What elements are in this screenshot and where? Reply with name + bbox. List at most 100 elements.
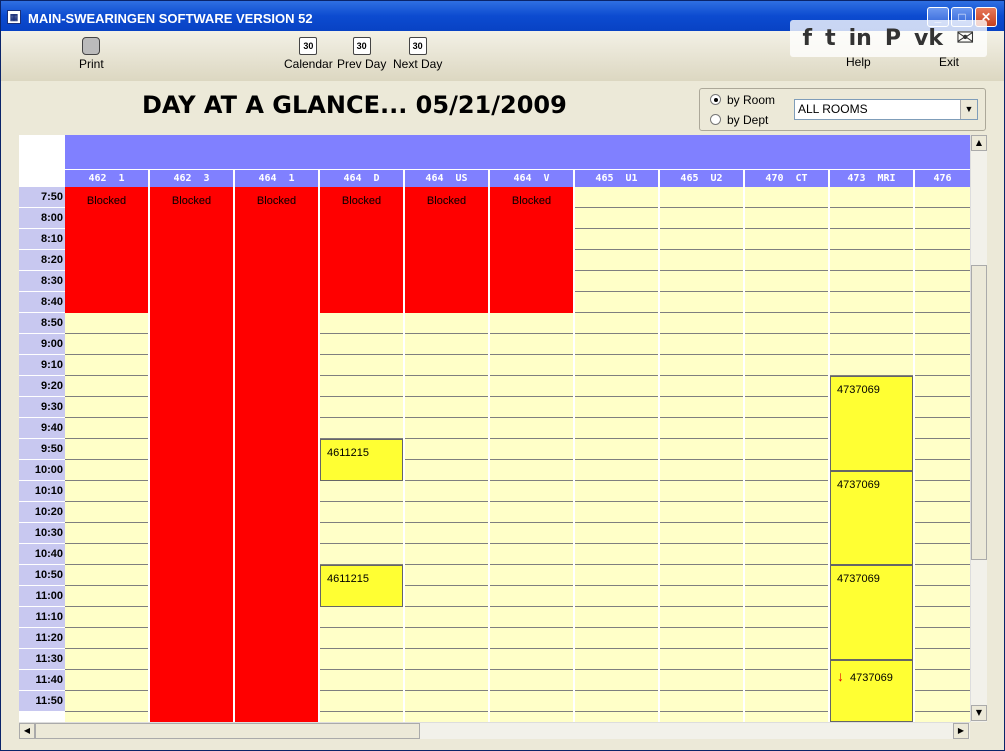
time-column: 7:50 8:00 8:10 8:20 8:30 8:40 8:50 9:00 9:10 9:20… bbox=[19, 187, 65, 722]
vertical-scroll-thumb[interactable] bbox=[971, 265, 987, 560]
facebook-icon[interactable]: f bbox=[803, 26, 813, 51]
vertical-scrollbar[interactable]: ▲ ▼ bbox=[970, 135, 987, 722]
room-column[interactable]: Blocked bbox=[150, 187, 233, 722]
help-label: Help bbox=[846, 55, 871, 69]
room-header: 464 V bbox=[490, 170, 573, 187]
appointment-id: 4737069 bbox=[850, 671, 893, 684]
time-label: 8:10 bbox=[19, 229, 65, 250]
arrow-down-icon: ↓ bbox=[837, 667, 844, 684]
room-column[interactable]: Blocked bbox=[405, 187, 488, 722]
calendar-label: Calendar bbox=[284, 57, 333, 71]
appointment-id: 4737069 bbox=[837, 384, 880, 396]
view-mode-group: by Room by Dept ALL ROOMS ▼ bbox=[699, 88, 986, 131]
room-column[interactable] bbox=[745, 187, 828, 722]
time-label: 8:40 bbox=[19, 292, 65, 313]
scroll-down-icon[interactable]: ▼ bbox=[971, 705, 987, 721]
room-header: 464 1 bbox=[235, 170, 318, 187]
time-label: 9:20 bbox=[19, 376, 65, 397]
time-label: 9:00 bbox=[19, 334, 65, 355]
window-title: MAIN-SWEARINGEN SOFTWARE VERSION 52 bbox=[28, 11, 313, 26]
schedule-grid: 462 1 462 3 464 1 464 D 464 US 464 V 465 U1 465… bbox=[19, 135, 970, 722]
blocked-slot[interactable]: Blocked bbox=[150, 187, 233, 722]
app-icon: ▦ bbox=[7, 10, 21, 24]
appointment[interactable]: 4737069 bbox=[830, 470, 913, 565]
room-header: 464 D bbox=[320, 170, 403, 187]
time-label: 11:20 bbox=[19, 628, 65, 649]
time-label: 8:30 bbox=[19, 271, 65, 292]
appointment[interactable]: 4611215 bbox=[320, 439, 403, 481]
room-column[interactable] bbox=[575, 187, 658, 722]
social-share-bar: f t in P vk ✉ bbox=[790, 20, 987, 57]
exit-label: Exit bbox=[939, 55, 960, 69]
time-label: 9:10 bbox=[19, 355, 65, 376]
room-header: 476 bbox=[915, 170, 970, 187]
mail-icon[interactable]: ✉ bbox=[956, 26, 974, 51]
linkedin-icon[interactable]: in bbox=[849, 26, 872, 51]
time-label: 10:30 bbox=[19, 523, 65, 544]
appointment-id: 4737069 bbox=[837, 573, 880, 585]
help-button[interactable]: Help bbox=[846, 55, 871, 69]
time-label: 11:50 bbox=[19, 691, 65, 712]
room-column[interactable]: Blocked bbox=[490, 187, 573, 722]
calendar-prev-icon: 30 bbox=[352, 37, 371, 55]
app-window: ▦ MAIN-SWEARINGEN SOFTWARE VERSION 52 _ … bbox=[0, 0, 1005, 751]
appointment[interactable]: ↓ 4737069 bbox=[830, 659, 913, 722]
radio-unselected-icon bbox=[710, 114, 721, 125]
vk-icon[interactable]: vk bbox=[914, 26, 943, 51]
time-label: 11:40 bbox=[19, 670, 65, 691]
time-label: 10:50 bbox=[19, 565, 65, 586]
scroll-left-icon[interactable]: ◀ bbox=[19, 723, 35, 739]
time-label: 8:50 bbox=[19, 313, 65, 334]
scroll-up-icon[interactable]: ▲ bbox=[971, 135, 987, 151]
page-title: DAY AT A GLANCE... 05/21/2009 bbox=[142, 91, 567, 119]
time-label: 10:00 bbox=[19, 460, 65, 481]
time-label: 7:50 bbox=[19, 187, 65, 208]
horizontal-scrollbar[interactable]: ◀ ▶ bbox=[19, 722, 970, 739]
time-label: 9:50 bbox=[19, 439, 65, 460]
twitter-icon[interactable]: t bbox=[825, 26, 836, 51]
room-column[interactable] bbox=[915, 187, 970, 722]
blocked-slot[interactable]: Blocked bbox=[490, 187, 573, 313]
room-header: 462 3 bbox=[150, 170, 233, 187]
appointment[interactable]: 4737069 bbox=[830, 376, 913, 471]
time-label: 11:30 bbox=[19, 649, 65, 670]
prev-day-button[interactable]: 30 Prev Day bbox=[337, 37, 386, 71]
room-select[interactable]: ALL ROOMS ▼ bbox=[794, 99, 978, 120]
room-header: 462 1 bbox=[65, 170, 148, 187]
appointment[interactable]: 4737069 bbox=[830, 565, 913, 660]
appointment[interactable]: 4611215 bbox=[320, 565, 403, 607]
blocked-slot[interactable]: Blocked bbox=[405, 187, 488, 313]
printer-icon bbox=[82, 37, 101, 55]
room-header: 473 MRI bbox=[830, 170, 913, 187]
calendar-icon: 30 bbox=[299, 37, 318, 55]
grid-header-bar bbox=[65, 135, 970, 169]
blocked-slot[interactable]: Blocked bbox=[235, 187, 318, 722]
room-header: 465 U1 bbox=[575, 170, 658, 187]
by-room-label: by Room bbox=[727, 93, 776, 107]
horizontal-scroll-thumb[interactable] bbox=[35, 723, 420, 739]
time-label: 10:10 bbox=[19, 481, 65, 502]
by-room-radio[interactable]: by Room bbox=[710, 93, 775, 107]
next-day-button[interactable]: 30 Next Day bbox=[393, 37, 442, 71]
blocked-slot[interactable]: Blocked bbox=[320, 187, 403, 313]
time-label: 10:40 bbox=[19, 544, 65, 565]
pinterest-icon[interactable]: P bbox=[885, 26, 901, 51]
time-label: 9:40 bbox=[19, 418, 65, 439]
room-columns: Blocked Blocked Blocked Blocked 4611215 46112… bbox=[65, 187, 970, 722]
time-label: 9:30 bbox=[19, 397, 65, 418]
time-label: 11:00 bbox=[19, 586, 65, 607]
appointment-id: 4611215 bbox=[327, 447, 370, 459]
exit-button[interactable]: Exit bbox=[939, 55, 959, 69]
calendar-button[interactable]: 30 Calendar bbox=[284, 37, 333, 71]
blocked-slot[interactable]: Blocked bbox=[65, 187, 148, 313]
room-column[interactable]: Blocked 4611215 4611215 bbox=[320, 187, 403, 722]
room-column[interactable]: Blocked bbox=[235, 187, 318, 722]
radio-selected-icon bbox=[710, 94, 721, 105]
print-button[interactable]: Print bbox=[79, 37, 104, 71]
scroll-right-icon[interactable]: ▶ bbox=[953, 723, 969, 739]
room-column[interactable] bbox=[660, 187, 743, 722]
room-column[interactable]: Blocked bbox=[65, 187, 148, 722]
room-column[interactable]: 4737069 4737069 4737069 ↓ 4737069 bbox=[830, 187, 913, 722]
chevron-down-icon[interactable]: ▼ bbox=[960, 100, 977, 119]
by-dept-radio[interactable]: by Dept bbox=[710, 113, 768, 127]
